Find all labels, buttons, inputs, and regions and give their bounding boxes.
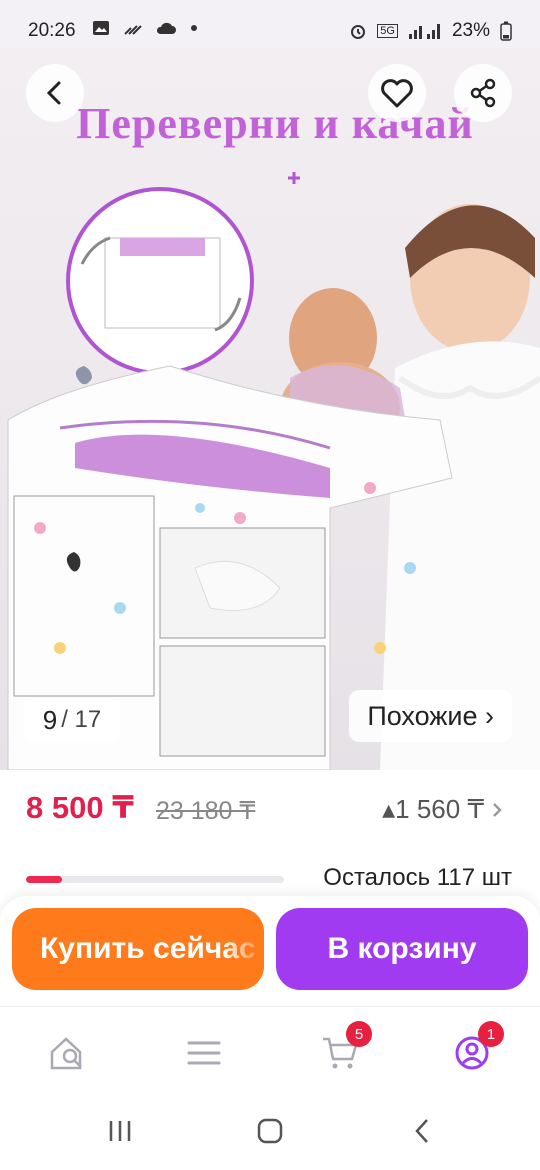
stock-remaining-text: Осталось 117 шт (323, 864, 512, 891)
share-button[interactable] (454, 64, 512, 122)
image-total: / 17 (61, 706, 102, 733)
add-to-cart-button[interactable]: В корзину (276, 908, 528, 990)
product-photo (7, 172, 540, 770)
gallery-icon (93, 21, 109, 35)
price-row: 8 500 ₸ 23 180 ₸ ▴1 560 ₸ (0, 780, 540, 840)
stock-progress-fill (26, 876, 63, 883)
stock-progress-bar (26, 876, 284, 883)
product-image-gallery[interactable]: Переверни и качай 9 / 17 Похожие › (0, 48, 540, 770)
system-back-icon (415, 1119, 428, 1143)
similar-products-button[interactable]: Похожие › (349, 690, 512, 742)
current-price: 8 500 ₸ (26, 790, 134, 825)
system-nav-bar (0, 1092, 540, 1170)
recent-apps-icon (109, 1121, 131, 1141)
back-arrow-icon (46, 81, 61, 105)
recent-apps-button[interactable] (100, 1116, 140, 1146)
status-right-icons: 5G 23% (349, 20, 512, 42)
action-bar: Купить сейчас В корзину (0, 896, 540, 1006)
buy-now-button[interactable]: Купить сейчас (12, 908, 264, 990)
dot-icon (191, 25, 198, 31)
old-price: 23 180 ₸ (156, 797, 256, 825)
cashback-info[interactable]: ▴1 560 ₸ (382, 794, 504, 825)
cloud-icon (157, 22, 177, 34)
status-time: 20:26 (28, 20, 76, 41)
signal-wave-icon (124, 25, 142, 35)
menu-icon (187, 1041, 221, 1065)
home-search-icon (50, 1037, 82, 1070)
stock-row: Осталось 117 шт (0, 860, 540, 900)
nav-home-search[interactable] (44, 1029, 92, 1077)
nav-cart[interactable]: 5 (316, 1021, 372, 1077)
cashback-amount: ▴1 560 ₸ (382, 794, 484, 824)
back-button[interactable] (26, 64, 84, 122)
network-type-label: 5G (377, 24, 398, 38)
home-icon (257, 1118, 283, 1144)
buy-now-fade (224, 908, 264, 990)
share-icon (470, 78, 496, 108)
heart-icon (381, 79, 413, 108)
battery-icon (500, 21, 512, 41)
home-button[interactable] (250, 1116, 290, 1146)
nav-profile[interactable]: 1 (448, 1021, 504, 1077)
profile-notification-badge: 1 (478, 1021, 504, 1047)
nav-catalog[interactable] (180, 1029, 228, 1077)
image-index: 9 (42, 704, 58, 735)
chevron-right-icon (493, 802, 502, 817)
status-notification-icons (92, 20, 198, 41)
banner-title: Переверни и качай (76, 99, 474, 148)
signal-icon (408, 24, 440, 39)
battery-percent: 23% (451, 20, 490, 41)
image-counter: 9 / 17 (24, 698, 120, 742)
alarm-icon (351, 25, 366, 39)
system-back-button[interactable] (402, 1116, 442, 1146)
bottom-nav: 5 1 (0, 1006, 540, 1093)
favorite-button[interactable] (368, 64, 426, 122)
cart-count-badge: 5 (346, 1021, 372, 1047)
